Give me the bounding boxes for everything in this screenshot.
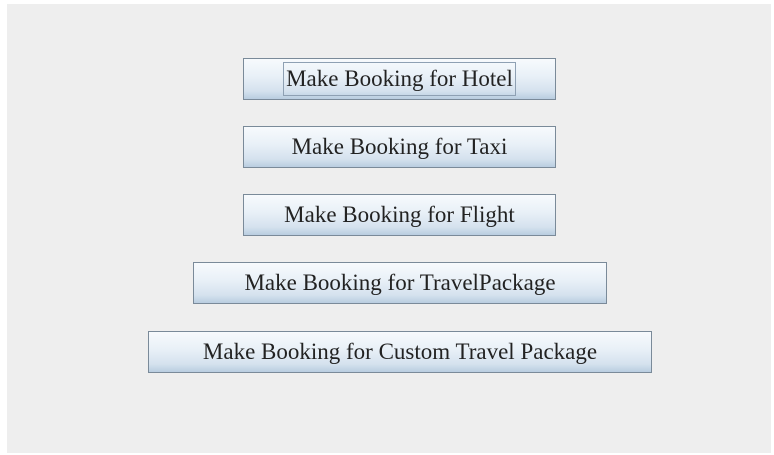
make-booking-travel-package-button[interactable]: Make Booking for TravelPackage (193, 262, 607, 304)
make-booking-hotel-button[interactable]: Make Booking for Hotel (243, 58, 556, 100)
booking-menu-panel: Make Booking for Hotel Make Booking for … (7, 4, 771, 453)
travel-package-button-label: Make Booking for TravelPackage (244, 270, 556, 295)
taxi-button-label: Make Booking for Taxi (291, 134, 508, 159)
make-booking-custom-travel-package-button[interactable]: Make Booking for Custom Travel Package (148, 331, 652, 373)
make-booking-taxi-button[interactable]: Make Booking for Taxi (243, 126, 556, 168)
custom-travel-package-button-label: Make Booking for Custom Travel Package (202, 339, 598, 364)
make-booking-flight-button[interactable]: Make Booking for Flight (243, 194, 556, 236)
flight-button-label: Make Booking for Flight (284, 202, 515, 227)
hotel-button-label: Make Booking for Hotel (283, 62, 516, 96)
